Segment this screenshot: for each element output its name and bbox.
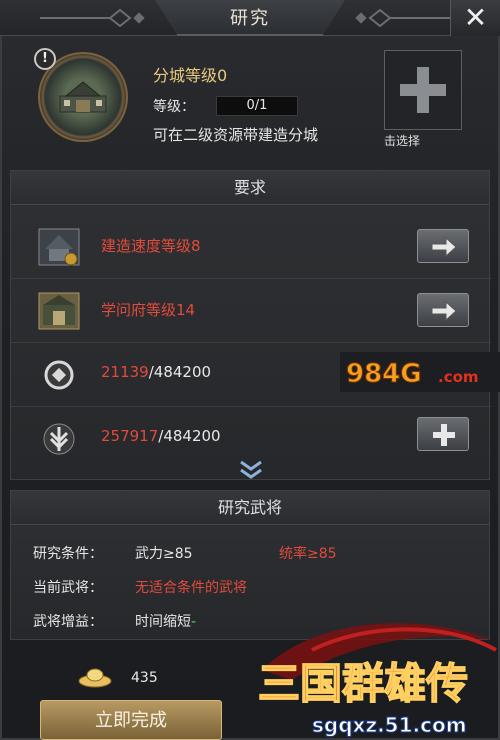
requirement-amount: 21139/484200	[101, 363, 211, 381]
current-general-label: 当前武将：	[33, 580, 103, 596]
requirement-amount: 257917/484200	[101, 427, 221, 445]
site-logo: 984G .com	[340, 352, 500, 392]
bonus-text: 时间缩短	[135, 614, 191, 630]
generals-title: 研究武将	[11, 491, 489, 525]
requirements-title: 要求	[11, 171, 489, 205]
level-label: 等级：	[153, 99, 195, 115]
city-building-icon	[59, 81, 107, 113]
bonus-value: 时间缩短-	[135, 611, 196, 631]
plus-icon	[400, 67, 446, 113]
alert-icon[interactable]: !	[34, 48, 56, 70]
select-general-slot[interactable]	[384, 50, 462, 130]
condition-label: 研究条件：	[33, 546, 103, 562]
condition-command: 统率≥85	[279, 546, 337, 562]
current-general-value: 无适合条件的武将	[135, 580, 247, 596]
requirement-row: 建造速度等级8	[11, 215, 491, 279]
goto-button[interactable]	[417, 229, 469, 263]
finish-now-button[interactable]: 立即完成	[40, 700, 222, 740]
requirement-text: 建造速度等级8	[101, 237, 201, 255]
grain-icon	[43, 423, 75, 455]
requirement-text: 学问府等级14	[101, 301, 196, 319]
title-ornament-left	[40, 8, 145, 28]
required-amount: /484200	[148, 363, 212, 381]
close-icon: ✕	[463, 1, 488, 34]
research-name: 分城等级0	[153, 66, 228, 85]
required-amount: /484200	[158, 427, 221, 445]
gold-ingot-icon	[78, 668, 112, 688]
current-amount: 257917	[101, 427, 159, 445]
bonus-label: 武将增益：	[33, 614, 103, 630]
level-value: 0/1	[216, 96, 298, 116]
academy-building-icon	[38, 292, 80, 330]
current-amount: 21139	[101, 363, 149, 381]
title-ornament-right	[355, 8, 460, 28]
condition-force: 武力≥85	[135, 546, 193, 562]
add-resource-button[interactable]	[417, 417, 469, 451]
game-title-text: 三国群雄传	[258, 659, 468, 708]
window-title: 研究	[230, 8, 270, 29]
arrow-right-icon	[431, 236, 457, 258]
research-description: 可在二级资源带建造分城	[153, 126, 319, 144]
bonus-suffix: -	[191, 614, 197, 630]
coin-icon	[44, 360, 74, 390]
select-general-label: 击选择	[384, 134, 421, 148]
game-logo-watermark: 三国群雄传 sgqxz.51.com	[252, 610, 500, 740]
requirements-panel: 要求 建造速度等级8 学问府等级14 21139/484200 257917/4…	[10, 170, 491, 480]
plus-icon	[433, 424, 455, 446]
gold-cost: 435	[131, 670, 158, 686]
goto-button[interactable]	[417, 293, 469, 327]
game-logo: 三国群雄传 sgqxz.51.com	[257, 623, 497, 738]
svg-text:.com: .com	[438, 368, 479, 386]
game-url-text: sgqxz.51.com	[312, 713, 467, 737]
arrow-right-icon	[431, 300, 457, 322]
double-chevron-down-icon[interactable]	[238, 460, 264, 480]
close-button[interactable]: ✕	[450, 0, 500, 36]
speed-building-icon	[38, 228, 80, 266]
requirement-row: 学问府等级14	[11, 279, 491, 343]
site-watermark: 984G .com	[340, 352, 500, 392]
svg-text:984G: 984G	[346, 359, 422, 389]
